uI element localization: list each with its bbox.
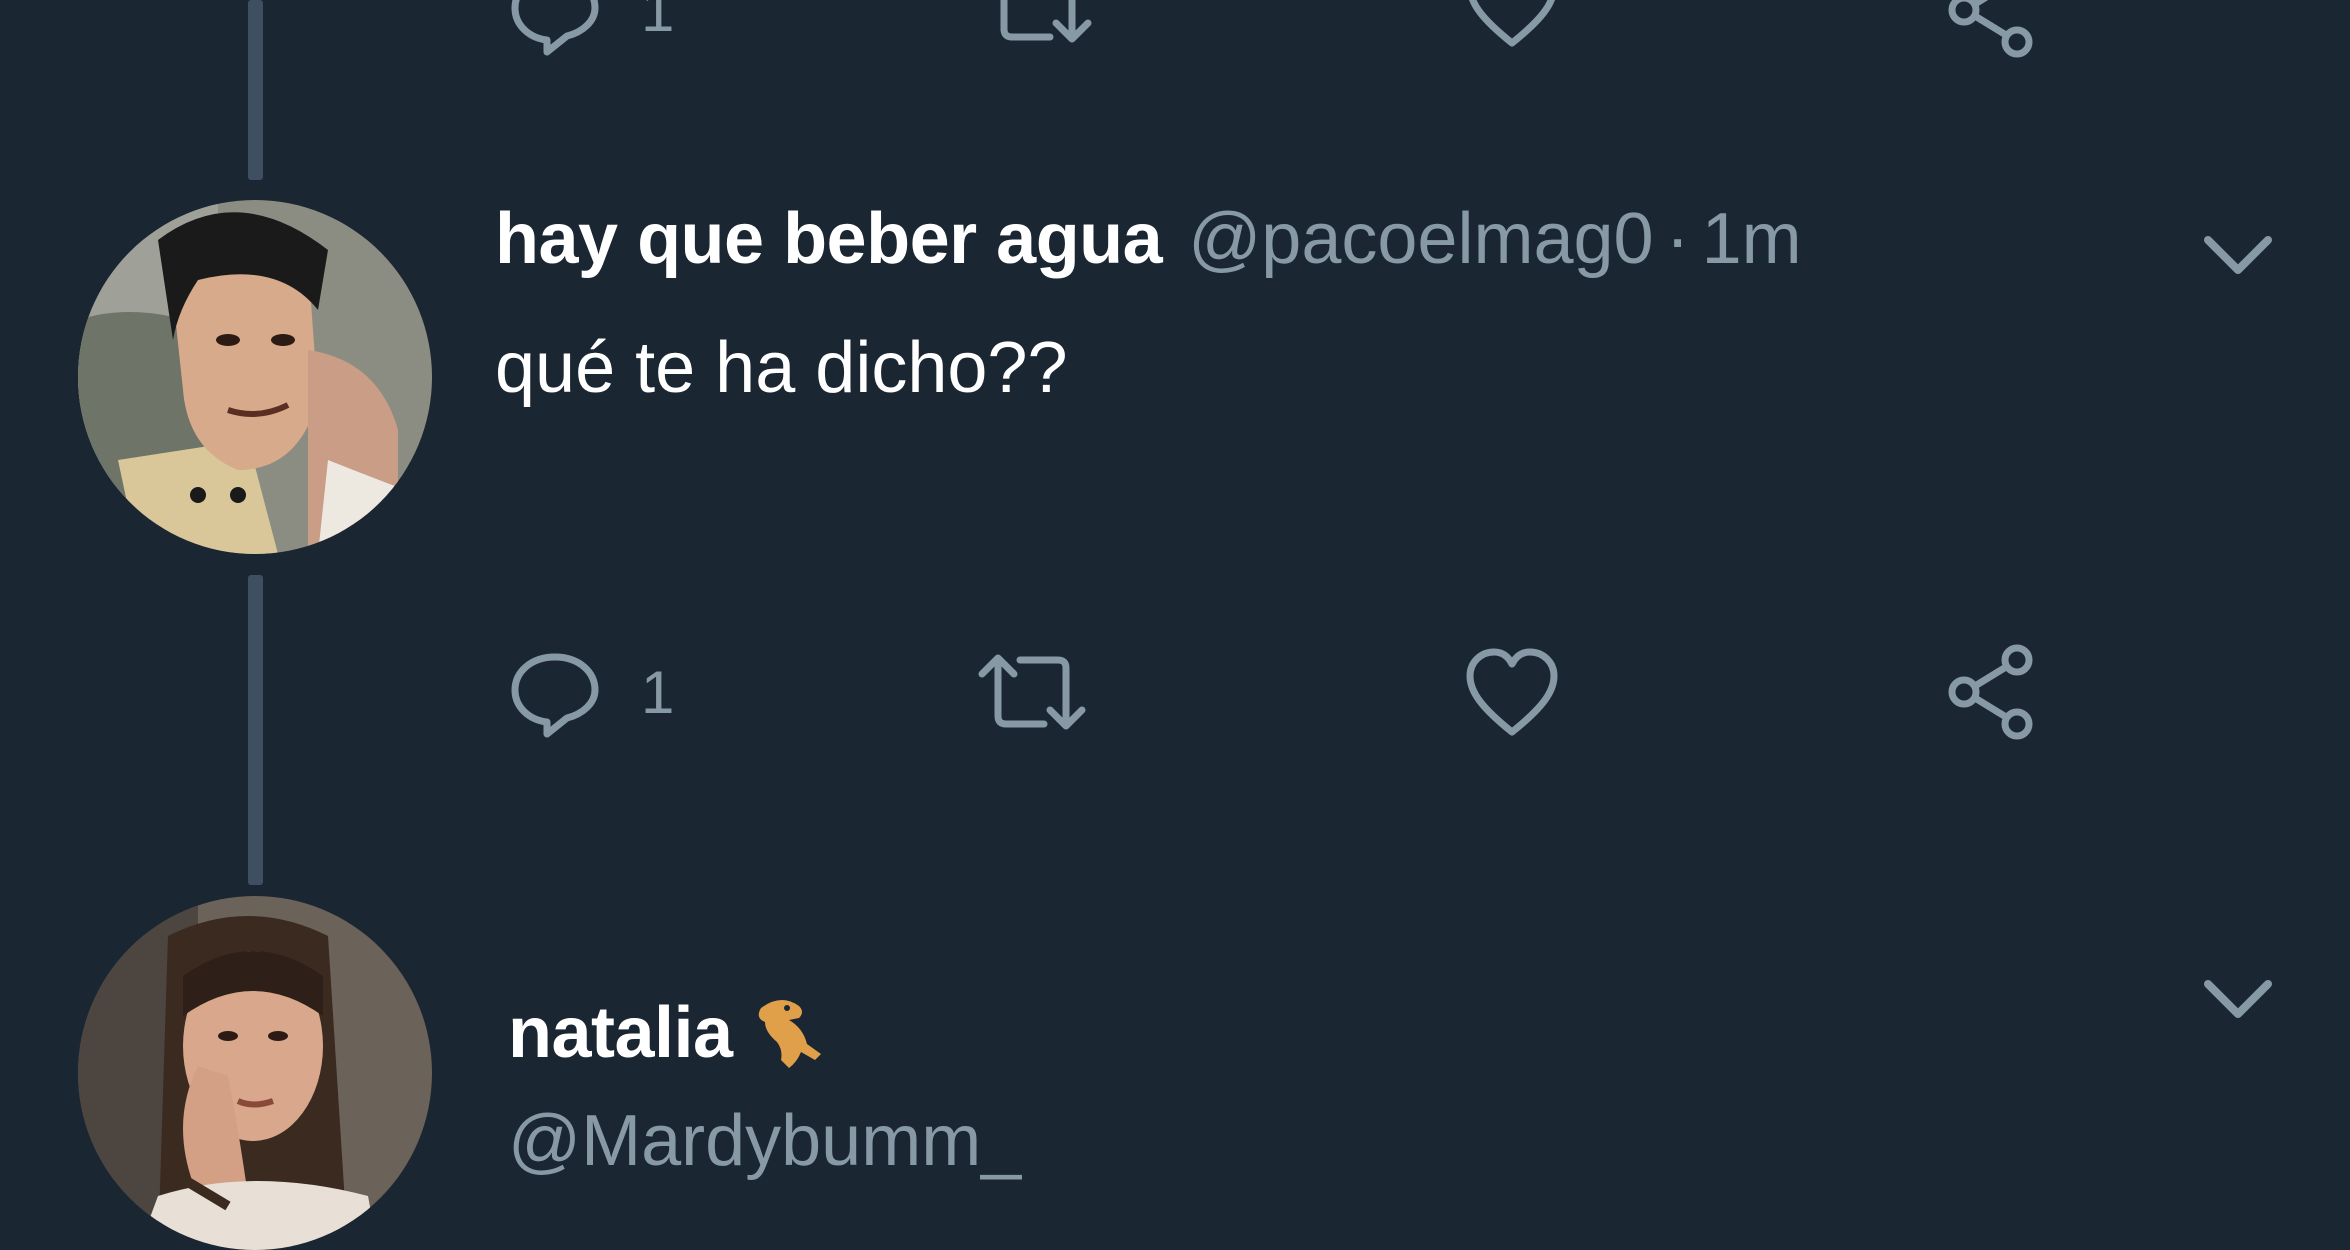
thread-line-top [248,0,263,180]
next-tweet-name-row: natalia [508,988,831,1078]
reply-count: 1 [641,658,675,726]
display-name[interactable]: hay que beber agua [495,198,1163,280]
heart-icon [1466,648,1558,736]
timestamp[interactable]: 1m [1702,198,1802,280]
share-icon [1948,0,2033,58]
next-display-name[interactable]: natalia [508,992,733,1074]
top-reply-count: 1 [641,0,675,44]
retweet-button[interactable] [972,642,1092,742]
retweet-icon [1000,0,1092,43]
retweet-icon [978,654,1086,730]
top-reply-button[interactable]: 1 [505,0,674,60]
header-separator: · [1665,199,1690,279]
photo-avatar-image [78,896,432,1250]
reply-button[interactable]: 1 [505,642,674,742]
top-like-button[interactable] [1462,0,1562,55]
dinosaur-emoji-icon [758,999,821,1068]
top-share-button[interactable] [1942,0,2042,60]
tweet-text: qué te ha dicho?? [495,328,1068,408]
like-button[interactable] [1462,644,1562,744]
cartoon-avatar-image [78,200,432,554]
share-icon [1948,644,2033,740]
user-handle[interactable]: @pacoelmag0 [1188,198,1653,280]
thread-line-middle [248,575,263,885]
next-user-handle[interactable]: @Mardybumm_ [508,1100,1021,1182]
top-retweet-button[interactable] [978,0,1098,55]
avatar-mardybumm[interactable] [78,896,432,1250]
heart-icon [1468,0,1556,47]
avatar-pacoelmag0[interactable] [78,200,432,554]
reply-icon [511,0,599,56]
tweet-header: hay que beber agua @pacoelmag0 · 1m [495,198,1802,280]
next-chevron-down-icon[interactable] [2202,978,2274,1022]
reply-icon [511,653,599,738]
chevron-down-icon[interactable] [2202,234,2274,278]
share-button[interactable] [1942,642,2042,742]
